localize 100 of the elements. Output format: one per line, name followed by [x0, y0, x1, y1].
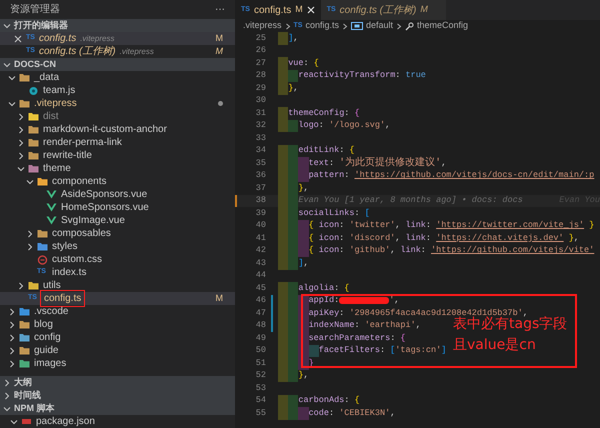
line-number: 54 — [256, 394, 266, 408]
code-token: , — [394, 294, 400, 308]
section-title: 打开的编辑器 — [14, 18, 68, 32]
tree-item[interactable]: config — [0, 331, 235, 344]
annotation-text: 表中必有tags字段 — [453, 316, 568, 333]
code-token: [ — [364, 206, 370, 220]
line-number: 30 — [256, 94, 266, 108]
code-token: ] — [298, 256, 304, 270]
file-name: images — [34, 357, 68, 371]
file-path: .vitepress — [120, 46, 155, 58]
line-number: 53 — [256, 382, 266, 395]
line-number: 39 — [256, 206, 266, 220]
file-name: .vitepress — [34, 97, 78, 111]
indent-guide — [298, 244, 309, 257]
file-name: composables — [52, 227, 112, 241]
tree-item[interactable]: .vscode — [0, 305, 235, 318]
panel-header[interactable]: 大纲 — [0, 376, 235, 389]
indent-guide — [278, 394, 288, 407]
section-header[interactable]: 打开的编辑器 — [0, 19, 235, 32]
annotation-text: 且value是cn — [453, 337, 537, 354]
breadcrumb-item[interactable]: config.ts — [305, 19, 339, 33]
tree-item[interactable]: components — [0, 175, 235, 188]
indent-guide — [298, 407, 309, 420]
section-header[interactable]: DOCS-CN — [0, 58, 235, 71]
breadcrumb-item[interactable]: .vitepress — [243, 19, 282, 33]
code-token: code — [308, 406, 329, 420]
code-token: searchParameters — [308, 332, 390, 345]
code-token: : — [420, 244, 426, 258]
tree-item[interactable]: AsideSponsors.vue — [0, 188, 235, 201]
code-token: { — [354, 394, 360, 408]
code-token: '为此页提供修改建议' — [339, 156, 442, 170]
tree-item[interactable]: render-perma-link — [0, 136, 235, 149]
indent-guide — [298, 170, 309, 182]
code-token: icon — [318, 232, 340, 245]
code-token: { — [308, 219, 314, 232]
line-number: 42 — [256, 244, 266, 258]
code-token: link — [406, 232, 426, 245]
code-token: : — [339, 244, 344, 258]
tree-item[interactable]: composables — [0, 227, 235, 240]
tree-item[interactable]: utils — [0, 279, 235, 292]
panel-header[interactable]: 时间线 — [0, 389, 235, 402]
tree-item[interactable]: styles — [0, 240, 235, 253]
tree-item[interactable]: team.js — [0, 84, 235, 97]
code-token: '/logo.svg' — [328, 119, 386, 132]
file-name: config.ts (工作树) — [38, 44, 116, 59]
code-token: , — [293, 32, 298, 45]
tree-item[interactable]: HomeSponsors.vue — [0, 201, 235, 214]
line-number: 46 — [256, 294, 266, 308]
code-token: : — [339, 306, 344, 320]
line-number: 34 — [256, 144, 266, 158]
code-token: : — [334, 294, 340, 308]
indent-guide — [278, 282, 288, 294]
code-token: } — [568, 232, 574, 245]
code-token: { — [400, 332, 406, 345]
tree-item[interactable]: guide — [0, 344, 235, 357]
line-number: 55 — [256, 406, 266, 420]
tab-label: config.ts (工作树) — [340, 4, 416, 18]
line-number: 41 — [256, 232, 266, 245]
indent-guide — [288, 407, 298, 420]
code-token: , — [385, 119, 390, 132]
code-token: 'https://github.com/vitejs/vite' — [431, 244, 594, 258]
indent-guide — [288, 394, 298, 407]
code-token: 'CEBIEK3N' — [339, 406, 390, 420]
vue-file-icon — [46, 216, 57, 225]
tree-item[interactable]: dist — [0, 110, 235, 123]
line-number: 35 — [256, 156, 266, 170]
indent-guide — [278, 407, 288, 420]
tree-item[interactable]: .vitepress — [0, 97, 235, 110]
line-number: 33 — [256, 132, 266, 145]
tree-item[interactable]: custom.css — [0, 253, 235, 266]
line-number: 45 — [256, 282, 266, 295]
code-token: : — [354, 206, 360, 220]
more-actions-icon[interactable]: ··· — [215, 2, 225, 17]
tree-item[interactable]: SvgImage.vue — [0, 214, 235, 227]
code-token: 'discord' — [349, 232, 396, 245]
code-token: 'tags:cn' — [395, 344, 442, 358]
code-token: , — [574, 232, 579, 245]
git-status: M — [216, 292, 223, 305]
file-name: team.js — [43, 84, 76, 98]
code-token: , — [395, 232, 400, 245]
tree-item[interactable]: package.json — [0, 415, 235, 428]
tree-item[interactable]: images — [0, 357, 235, 370]
tree-item[interactable]: blog — [0, 318, 235, 331]
code-token: : — [328, 406, 334, 420]
breadcrumb-item[interactable]: default — [366, 19, 394, 33]
tree-item[interactable]: _data — [0, 71, 235, 84]
panel-header[interactable]: NPM 脚本 — [0, 402, 235, 415]
file-path: .vitepress — [80, 32, 116, 44]
breadcrumb-item[interactable]: themeConfig — [417, 19, 468, 33]
line-number: 49 — [256, 332, 266, 345]
file-name: styles — [52, 240, 79, 254]
tree-item[interactable]: markdown-it-custom-anchor — [0, 123, 235, 136]
code-token: , — [390, 244, 396, 258]
tree-item[interactable]: rewrite-title — [0, 149, 235, 162]
code-token: text — [308, 156, 329, 170]
close-icon — [306, 6, 315, 14]
tree-item[interactable]: theme — [0, 162, 235, 175]
code-token: 'https://twitter.com/vite_js' — [436, 219, 584, 232]
code-token: : — [339, 144, 344, 158]
indent-guide — [278, 144, 288, 157]
